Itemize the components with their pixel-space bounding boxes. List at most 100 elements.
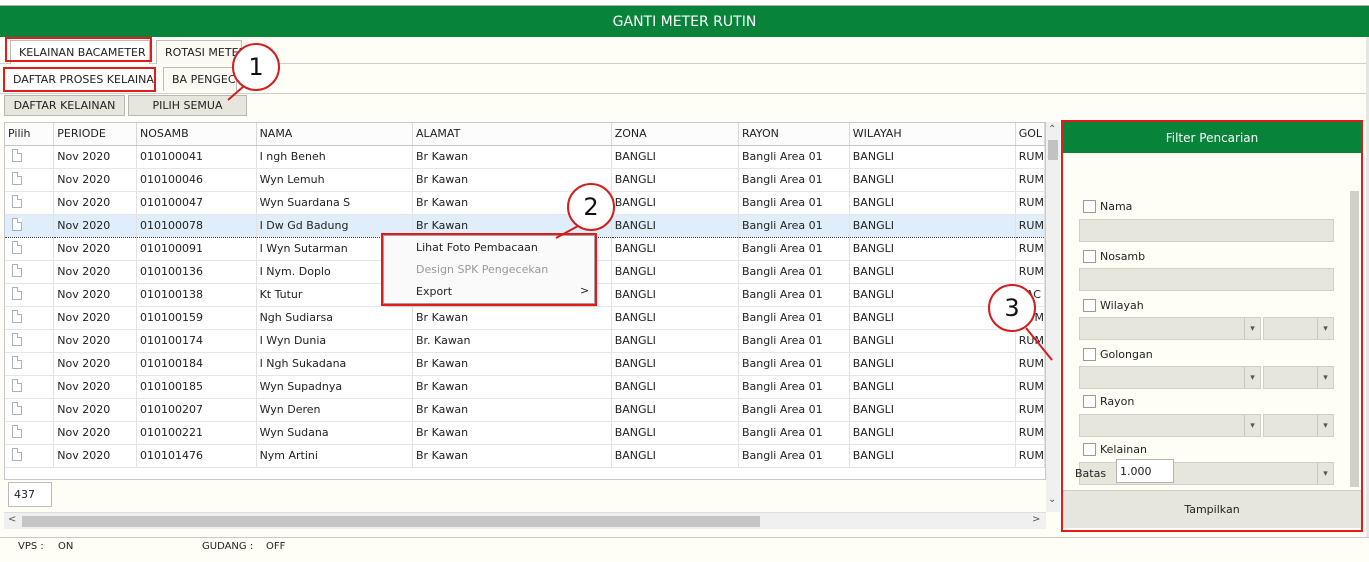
nosamb-checkbox[interactable]: [1083, 250, 1096, 263]
wilayah-select-2[interactable]: ▾: [1263, 317, 1334, 340]
column-header[interactable]: PERIODE: [53, 123, 138, 146]
document-icon[interactable]: [12, 355, 22, 369]
table-cell: Br Kawan: [412, 145, 612, 169]
table-row[interactable]: Nov 2020 010100174 I Wyn Dunia Br. Kawan BAN…: [5, 329, 1045, 353]
filter-rayon-checkbox-row[interactable]: Rayon: [1083, 395, 1134, 408]
filter-nama-checkbox-row[interactable]: Nama: [1083, 200, 1132, 213]
scroll-left-arrow-icon[interactable]: <: [8, 514, 16, 525]
chevron-down-icon[interactable]: ▾: [1244, 318, 1260, 339]
batas-input[interactable]: 1.000: [1116, 459, 1174, 483]
tab-rotasi-meter[interactable]: ROTASI METER: [156, 40, 242, 64]
rayon-select-1[interactable]: ▾: [1079, 414, 1261, 437]
chevron-down-icon[interactable]: ▾: [1317, 463, 1333, 484]
column-header[interactable]: NAMA: [256, 123, 414, 146]
chevron-down-icon[interactable]: ▾: [1317, 415, 1333, 436]
table-cell: 010100136: [136, 260, 257, 284]
table-cell: RUM: [1015, 237, 1045, 261]
golongan-label: Golongan: [1100, 348, 1153, 361]
table-row[interactable]: Nov 2020 010100047 Wyn Suardana S Br Kawan B…: [5, 191, 1045, 215]
golongan-select-1[interactable]: ▾: [1079, 366, 1261, 389]
gudang-label: GUDANG :: [202, 541, 254, 552]
scroll-right-arrow-icon[interactable]: >: [1032, 514, 1040, 525]
wilayah-checkbox[interactable]: [1083, 299, 1096, 312]
document-icon[interactable]: [12, 148, 22, 162]
document-icon[interactable]: [12, 217, 22, 231]
vps-label: VPS :: [18, 541, 44, 552]
table-cell: Nov 2020: [53, 237, 138, 261]
table-cell: RUM: [1015, 260, 1045, 284]
column-header[interactable]: Pilih: [5, 123, 55, 146]
record-count-box: 437: [8, 482, 52, 507]
column-header[interactable]: WILAYAH: [849, 123, 1016, 146]
table-row[interactable]: Nov 2020 010100046 Wyn Lemuh Br Kawan BANGLI…: [5, 168, 1045, 192]
grid-horizontal-scroll-thumb[interactable]: [22, 516, 760, 527]
pilih-cell: [5, 421, 55, 445]
document-icon[interactable]: [12, 171, 22, 185]
table-cell: BANGLI: [611, 306, 740, 330]
grid-horizontal-scrollbar[interactable]: < >: [4, 512, 1046, 529]
golongan-checkbox[interactable]: [1083, 348, 1096, 361]
table-cell: Bangli Area 01: [738, 329, 850, 353]
document-icon[interactable]: [12, 263, 22, 277]
document-icon[interactable]: [12, 424, 22, 438]
chevron-down-icon[interactable]: ▾: [1244, 367, 1260, 388]
table-cell: BANGLI: [849, 375, 1016, 399]
document-icon[interactable]: [12, 447, 22, 461]
menu-item-lihat-foto-pembacaan[interactable]: Lihat Foto Pembacaan: [416, 241, 538, 261]
document-icon[interactable]: [12, 286, 22, 300]
nama-input[interactable]: [1079, 219, 1334, 242]
table-cell: Br Kawan: [412, 306, 612, 330]
document-icon[interactable]: [12, 194, 22, 208]
document-icon[interactable]: [12, 240, 22, 254]
table-cell: Br Kawan: [412, 421, 612, 445]
table-row[interactable]: Nov 2020 010100185 Wyn Supadnya Br Kawan BAN…: [5, 375, 1045, 399]
kelainan-checkbox[interactable]: [1083, 443, 1096, 456]
column-header[interactable]: GOL: [1015, 123, 1045, 146]
tampilkan-button[interactable]: Tampilkan: [1063, 490, 1361, 528]
table-cell: RUM: [1015, 421, 1045, 445]
nama-checkbox[interactable]: [1083, 200, 1096, 213]
document-icon[interactable]: [12, 401, 22, 415]
column-header[interactable]: NOSAMB: [136, 123, 257, 146]
rayon-checkbox[interactable]: [1083, 395, 1096, 408]
filter-kelainan-checkbox-row[interactable]: Kelainan: [1083, 443, 1147, 456]
chevron-down-icon[interactable]: ▾: [1244, 415, 1260, 436]
column-header[interactable]: RAYON: [738, 123, 850, 146]
tab-kelainan-bacameter[interactable]: KELAINAN BACAMETER: [10, 40, 150, 64]
menu-item-export[interactable]: Export: [416, 285, 452, 305]
column-header[interactable]: ZONA: [611, 123, 740, 146]
document-icon[interactable]: [12, 309, 22, 323]
table-row[interactable]: Nov 2020 010100159 Ngh Sudiarsa Br Kawan BAN…: [5, 306, 1045, 330]
filter-golongan-checkbox-row[interactable]: Golongan: [1083, 348, 1153, 361]
document-icon[interactable]: [12, 332, 22, 346]
grid-vertical-scrollbar[interactable]: ⌃ ⌄: [1046, 122, 1060, 512]
grid-vertical-scroll-thumb[interactable]: [1048, 140, 1058, 160]
filter-nosamb-checkbox-row[interactable]: Nosamb: [1083, 250, 1145, 263]
table-row[interactable]: Nov 2020 010100221 Wyn Sudana Br Kawan BANGL…: [5, 421, 1045, 445]
table-cell: BANGLI: [611, 260, 740, 284]
chevron-down-icon[interactable]: ▾: [1317, 318, 1333, 339]
table-row[interactable]: Nov 2020 010100078 I Dw Gd Badung Br Kawan B…: [5, 213, 1045, 238]
table-row[interactable]: Nov 2020 010100041 I ngh Beneh Br Kawan BANG…: [5, 145, 1045, 169]
table-cell: 010100174: [136, 329, 257, 353]
callout-3: 3: [988, 284, 1036, 332]
table-row[interactable]: Nov 2020 010101476 Nym Artini Br Kawan BANGL…: [5, 444, 1045, 468]
tab-daftar-proses-kelainan[interactable]: DAFTAR PROSES KELAINAN: [4, 67, 155, 91]
scroll-down-arrow-icon[interactable]: ⌄: [1048, 494, 1056, 505]
chevron-down-icon[interactable]: ▾: [1317, 367, 1333, 388]
document-icon[interactable]: [12, 378, 22, 392]
scroll-up-arrow-icon[interactable]: ⌃: [1048, 124, 1056, 135]
column-header[interactable]: ALAMAT: [412, 123, 612, 146]
filter-wilayah-checkbox-row[interactable]: Wilayah: [1083, 299, 1144, 312]
table-row[interactable]: Nov 2020 010100207 Wyn Deren Br Kawan BANGLI…: [5, 398, 1045, 422]
daftar-kelainan-button[interactable]: DAFTAR KELAINAN: [4, 95, 125, 116]
golongan-select-2[interactable]: ▾: [1263, 366, 1334, 389]
filter-scrollbar[interactable]: [1350, 191, 1359, 487]
rayon-select-2[interactable]: ▾: [1263, 414, 1334, 437]
table-cell: Bangli Area 01: [738, 352, 850, 376]
wilayah-select-1[interactable]: ▾: [1079, 317, 1261, 340]
nosamb-input[interactable]: [1079, 268, 1334, 291]
menu-item-design-spk-pengecekan: Design SPK Pengecekan: [416, 263, 549, 276]
table-row[interactable]: Nov 2020 010100184 I Ngh Sukadana Br Kawan B…: [5, 352, 1045, 376]
table-cell: 010100184: [136, 352, 257, 376]
